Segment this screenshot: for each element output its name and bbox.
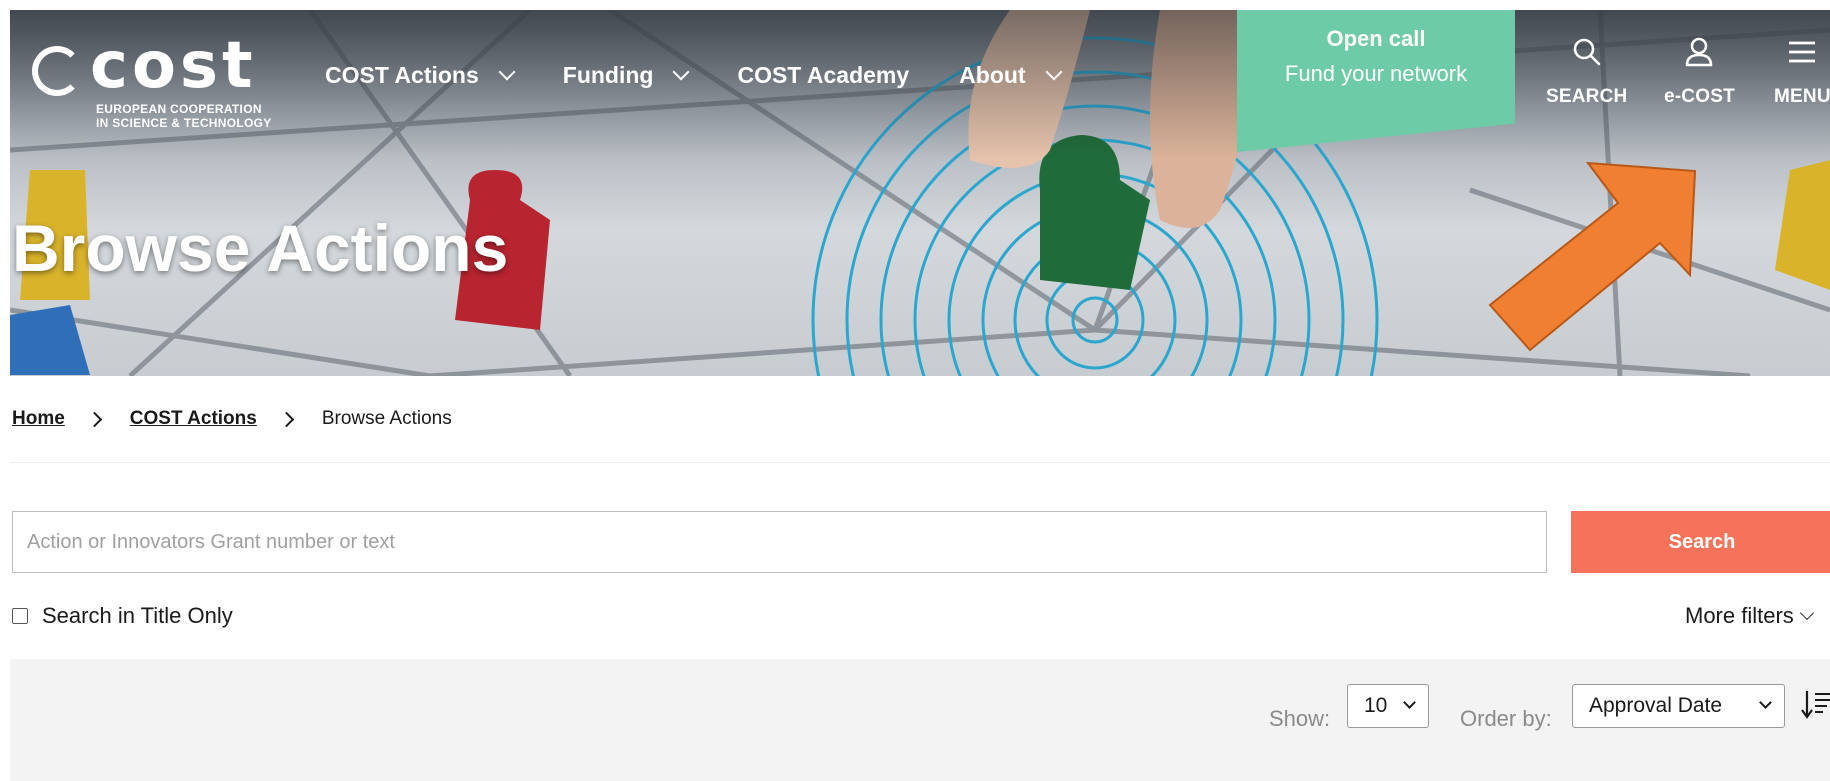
ecost-nav-button[interactable]: e-COST <box>1664 36 1735 108</box>
chevron-right-icon <box>278 411 295 427</box>
cost-logo[interactable]: cost EUROPEAN COOPERATION IN SCIENCE & T… <box>22 32 272 132</box>
sort-descending-icon[interactable] <box>1801 688 1830 722</box>
section-divider <box>10 462 1830 463</box>
logo-tagline: EUROPEAN COOPERATION IN SCIENCE & TECHNO… <box>96 102 272 130</box>
nav-item-label: COST Academy <box>737 62 910 88</box>
nav-item-label: Funding <box>562 62 654 88</box>
chevron-down-icon <box>1403 696 1416 709</box>
breadcrumb: Home COST Actions Browse Actions <box>12 408 452 430</box>
logo-tagline-line2: IN SCIENCE & TECHNOLOGY <box>96 116 272 130</box>
ecost-nav-label: e-COST <box>1664 86 1735 107</box>
search-title-only-checkbox[interactable] <box>12 608 28 624</box>
search-title-only-label: Search in Title Only <box>42 603 233 628</box>
search-title-only-option[interactable]: Search in Title Only <box>12 603 233 629</box>
logo-ring-icon <box>32 46 82 96</box>
nav-item-about[interactable]: About <box>959 62 1063 89</box>
show-count-value: 10 <box>1364 694 1388 717</box>
menu-nav-button[interactable]: MENU <box>1774 36 1830 108</box>
logo-tagline-line1: EUROPEAN COOPERATION <box>96 102 262 116</box>
nav-item-funding[interactable]: Funding <box>562 62 690 89</box>
annotation-arrow-icon <box>1488 161 1697 352</box>
chevron-right-icon <box>86 411 103 427</box>
search-button[interactable]: Search <box>1571 511 1830 573</box>
results-toolbar <box>10 659 1830 781</box>
more-filters-toggle[interactable]: More filters <box>1685 603 1814 629</box>
logo-wordmark: cost <box>90 29 257 103</box>
user-icon <box>1686 37 1713 67</box>
menu-nav-label: MENU <box>1774 86 1830 107</box>
breadcrumb-cost-actions-link[interactable]: COST Actions <box>130 408 257 430</box>
chevron-down-icon <box>672 63 690 80</box>
order-by-value: Approval Date <box>1589 694 1723 717</box>
breadcrumb-current: Browse Actions <box>321 408 452 429</box>
chevron-down-icon <box>1759 696 1772 709</box>
search-input[interactable] <box>12 511 1547 573</box>
chevron-down-icon <box>498 63 516 80</box>
nav-item-cost-actions[interactable]: COST Actions <box>325 62 516 89</box>
nav-item-label: COST Actions <box>325 62 479 88</box>
page-title: Browse Actions <box>12 211 509 285</box>
order-by-select[interactable]: Approval Date <box>1572 684 1785 728</box>
search-nav-button[interactable]: SEARCH <box>1546 36 1627 108</box>
nav-item-cost-academy[interactable]: COST Academy <box>737 62 909 89</box>
more-filters-label: More filters <box>1685 603 1794 628</box>
show-label: Show: <box>1269 706 1331 731</box>
main-nav: COST Actions Funding COST Academy About <box>325 62 1110 89</box>
search-nav-label: SEARCH <box>1546 86 1628 107</box>
open-call-title: Open call <box>1326 26 1426 51</box>
show-count-select[interactable]: 10 <box>1347 684 1429 728</box>
open-call-subtitle: Fund your network <box>1284 61 1468 86</box>
menu-icon <box>1789 41 1816 63</box>
chevron-down-icon <box>1799 605 1814 621</box>
hero-banner: cost EUROPEAN COOPERATION IN SCIENCE & T… <box>10 10 1830 376</box>
order-by-label: Order by: <box>1460 706 1552 731</box>
nav-item-label: About <box>959 62 1026 88</box>
search-icon <box>1573 38 1601 66</box>
breadcrumb-home-link[interactable]: Home <box>12 408 65 430</box>
chevron-down-icon <box>1045 63 1063 80</box>
